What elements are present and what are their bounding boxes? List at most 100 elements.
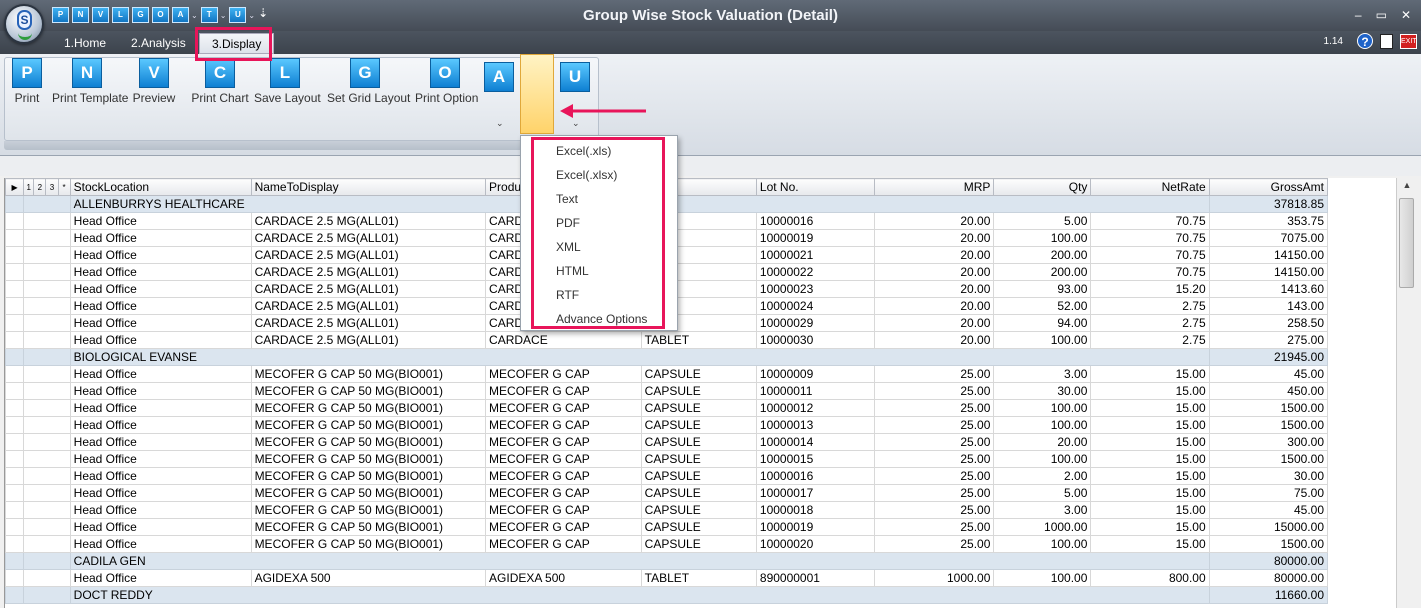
group-row[interactable]: DOCT REDDY 11660.00: [5, 586, 1329, 604]
table-row[interactable]: Head Office MECOFER G CAP 50 MG(BIO001) ME…: [5, 501, 1329, 519]
group-row[interactable]: CADILA GEN 80000.00: [5, 552, 1329, 570]
chevron-down-icon[interactable]: ⌄: [496, 118, 504, 129]
ribbon-print-template-button[interactable]: N Print Template: [52, 58, 128, 120]
row-indent: [23, 263, 71, 281]
qat-button-v[interactable]: V: [92, 6, 109, 24]
row-selector[interactable]: [5, 450, 25, 468]
export-menu-item-advance-options[interactable]: Advance Options: [556, 309, 647, 329]
ribbon-preview-button[interactable]: V Preview: [124, 58, 184, 120]
exit-icon[interactable]: EXIT: [1400, 34, 1417, 49]
row-selector[interactable]: [5, 365, 25, 383]
column-header-grossamt[interactable]: GrossAmt: [1208, 178, 1329, 196]
cell-grossamt: 1500.00: [1208, 535, 1329, 553]
ribbon-a-dropdown-icon[interactable]: A: [484, 62, 514, 92]
row-selector[interactable]: [5, 518, 25, 536]
row-selector[interactable]: [5, 348, 25, 366]
qat-button-g[interactable]: G: [132, 6, 149, 24]
minimize-button[interactable]: –: [1355, 8, 1362, 22]
row-selector[interactable]: [5, 297, 25, 315]
export-menu-item-pdf[interactable]: PDF: [556, 213, 580, 233]
band-4-header[interactable]: *: [57, 178, 71, 196]
ribbon-print-button[interactable]: P Print: [0, 58, 57, 120]
export-menu-item-excel-xls[interactable]: Excel(.xls): [556, 141, 611, 161]
export-menu-item-xml[interactable]: XML: [556, 237, 581, 257]
export-menu: Excel(.xls) Excel(.xlsx) Text PDF XML HTML RTF…: [520, 135, 678, 331]
row-selector[interactable]: [5, 229, 25, 247]
tab-home[interactable]: 1.Home: [52, 33, 118, 54]
table-row[interactable]: Head Office MECOFER G CAP 50 MG(BIO001) ME…: [5, 467, 1329, 485]
table-row[interactable]: Head Office MECOFER G CAP 50 MG(BIO001) ME…: [5, 535, 1329, 553]
table-row[interactable]: Head Office MECOFER G CAP 50 MG(BIO001) ME…: [5, 416, 1329, 434]
ribbon-print-option-button[interactable]: O Print Option: [415, 58, 478, 120]
row-selector[interactable]: [5, 416, 25, 434]
row-selector[interactable]: [5, 246, 25, 264]
qat-button-t[interactable]: T ⌄: [200, 6, 227, 24]
table-row[interactable]: Head Office MECOFER G CAP 50 MG(BIO001) ME…: [5, 382, 1329, 400]
row-selector[interactable]: [5, 263, 25, 281]
chevron-down-icon[interactable]: ⌄: [220, 11, 227, 20]
column-header-lot-no[interactable]: Lot No.: [755, 178, 876, 196]
table-row[interactable]: Head Office CARDACE 2.5 MG(ALL01) CARDACE T…: [5, 331, 1329, 349]
qat-button-n[interactable]: N: [72, 6, 89, 24]
row-selector[interactable]: [5, 280, 25, 298]
row-selector[interactable]: [5, 382, 25, 400]
qat-button-o[interactable]: O: [152, 6, 169, 24]
row-selector[interactable]: [5, 314, 25, 332]
export-menu-item-html[interactable]: HTML: [556, 261, 589, 281]
tab-display[interactable]: 3.Display: [199, 33, 275, 54]
row-selector[interactable]: [5, 399, 25, 417]
table-row[interactable]: Head Office MECOFER G CAP 50 MG(BIO001) ME…: [5, 365, 1329, 383]
row-selector[interactable]: [5, 552, 25, 570]
row-selector[interactable]: [5, 586, 25, 604]
column-header-mrp[interactable]: MRP: [874, 178, 995, 196]
group-row[interactable]: BIOLOGICAL EVANSE 21945.00: [5, 348, 1329, 366]
row-selector[interactable]: [5, 195, 25, 213]
maximize-button[interactable]: ▭: [1376, 8, 1387, 22]
chevron-down-icon[interactable]: ⌄: [191, 11, 198, 20]
column-header-netrate[interactable]: NetRate: [1090, 178, 1210, 196]
qat-button-l[interactable]: L: [112, 6, 129, 24]
table-row[interactable]: Head Office MECOFER G CAP 50 MG(BIO001) ME…: [5, 433, 1329, 451]
table-row[interactable]: Head Office MECOFER G CAP 50 MG(BIO001) ME…: [5, 399, 1329, 417]
qat-button-p[interactable]: P: [52, 6, 69, 24]
help-icon[interactable]: ?: [1357, 33, 1373, 49]
ribbon-save-layout-button[interactable]: L Save Layout: [254, 58, 321, 120]
export-menu-item-text[interactable]: Text: [556, 189, 578, 209]
app-logo[interactable]: S: [4, 4, 44, 44]
ribbon-u-dropdown-icon[interactable]: U: [560, 62, 590, 92]
chevron-down-icon[interactable]: ⌄: [248, 11, 255, 20]
qat-button-u[interactable]: U ⌄: [229, 6, 255, 24]
document-icon[interactable]: [1380, 34, 1393, 49]
row-selector[interactable]: [5, 484, 25, 502]
band-2-header[interactable]: 2: [33, 178, 47, 196]
tab-analysis[interactable]: 2.Analysis: [119, 33, 198, 54]
close-button[interactable]: ✕: [1401, 8, 1411, 22]
table-row[interactable]: Head Office MECOFER G CAP 50 MG(BIO001) ME…: [5, 518, 1329, 536]
row-selector[interactable]: [5, 467, 25, 485]
column-header-stocklocation[interactable]: StockLocation: [69, 178, 252, 196]
table-row[interactable]: Head Office MECOFER G CAP 50 MG(BIO001) ME…: [5, 450, 1329, 468]
row-selector[interactable]: [5, 331, 25, 349]
scrollbar-thumb[interactable]: [1399, 198, 1414, 288]
export-menu-item-excel-xlsx[interactable]: Excel(.xlsx): [556, 165, 617, 185]
row-selector[interactable]: [5, 569, 25, 587]
vertical-scrollbar[interactable]: ▲: [1396, 178, 1416, 608]
table-row[interactable]: Head Office AGIDEXA 500 AGIDEXA 500 TABLET 8…: [5, 569, 1329, 587]
column-header-qty[interactable]: Qty: [993, 178, 1092, 196]
column-header-nametodisplay[interactable]: NameToDisplay: [250, 178, 487, 196]
ribbon-set-grid-layout-button[interactable]: G Set Grid Layout: [327, 58, 410, 120]
qat-button-a[interactable]: A ⌄: [172, 6, 198, 24]
export-menu-item-rtf[interactable]: RTF: [556, 285, 579, 305]
band-1-header[interactable]: 1: [23, 178, 35, 196]
band-3-header[interactable]: 3: [45, 178, 59, 196]
chevron-down-icon[interactable]: ⌄: [572, 118, 580, 129]
table-row[interactable]: Head Office MECOFER G CAP 50 MG(BIO001) ME…: [5, 484, 1329, 502]
row-selector[interactable]: [5, 212, 25, 230]
scroll-up-icon[interactable]: ▲: [1397, 180, 1417, 196]
ribbon-print-chart-button[interactable]: C Print Chart: [190, 58, 250, 120]
preview-icon: V: [139, 58, 169, 88]
row-selector[interactable]: [5, 501, 25, 519]
row-selector[interactable]: [5, 535, 25, 553]
row-selector[interactable]: [5, 433, 25, 451]
qat-customize-icon[interactable]: ⇣: [258, 6, 268, 24]
